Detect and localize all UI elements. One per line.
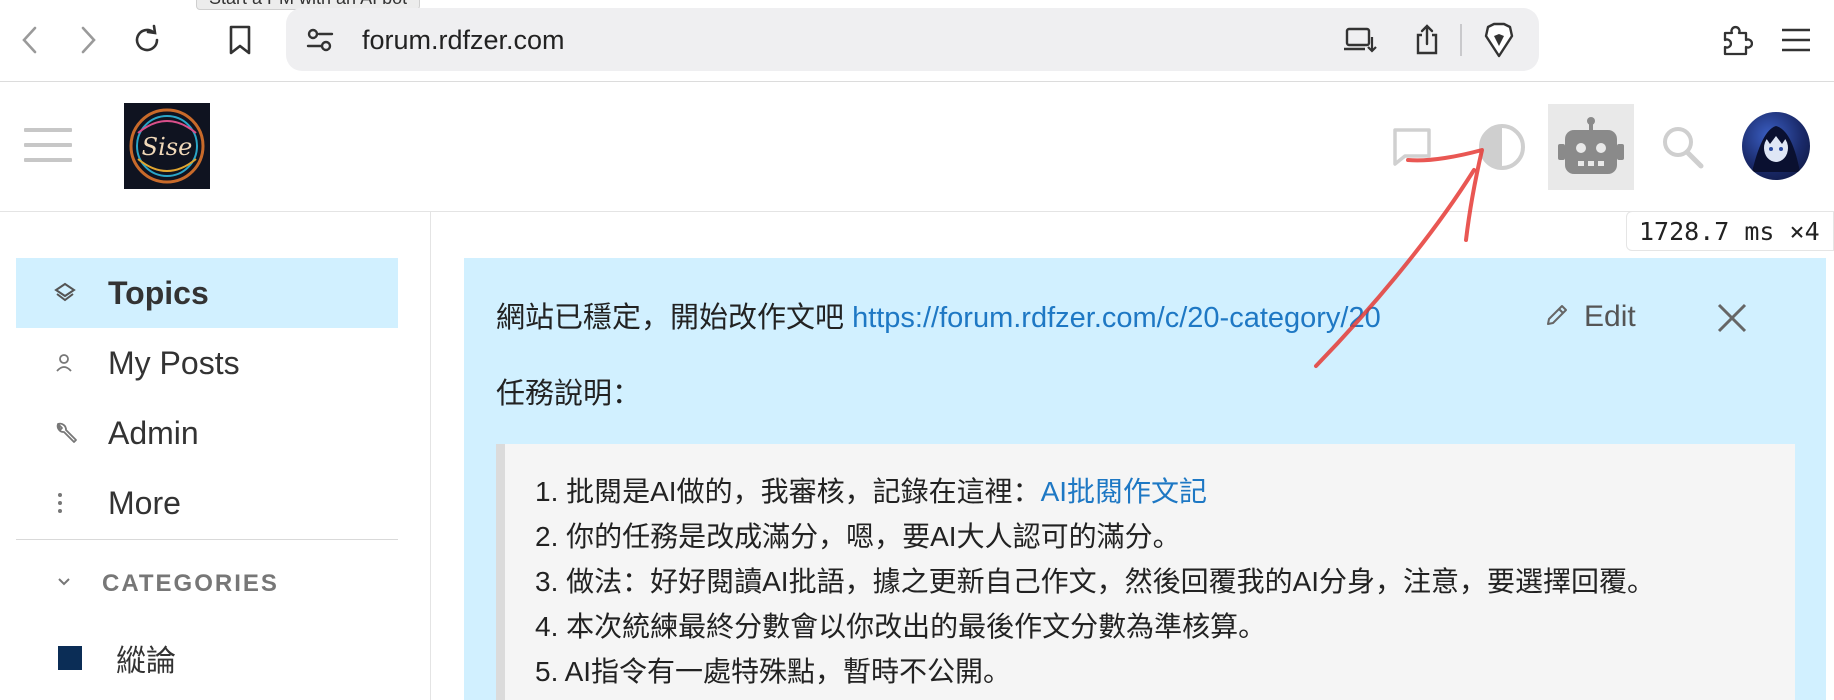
address-bar[interactable]: forum.rdfzer.com — [286, 8, 1539, 71]
svg-text:Sise: Sise — [142, 133, 193, 161]
list-item: 2. 你的任務是改成滿分，嗯，要AI大人認可的滿分。 — [535, 521, 1181, 552]
sidebar-item-label: Topics — [108, 274, 209, 311]
category-item[interactable]: 縱論 — [58, 636, 176, 680]
banner-intro-text: 網站已穩定，開始改作文吧 — [496, 302, 853, 334]
sidebar-item-topics[interactable]: Topics — [16, 258, 398, 328]
edit-label: Edit — [1584, 300, 1636, 333]
browser-toolbar: Start a PM with an AI bot forum.rdfzer.c… — [0, 0, 1834, 82]
theme-toggle-icon[interactable] — [1459, 104, 1545, 190]
list-item: 1. 批閱是AI做的，我審核，記錄在這裡：AI批閱作文記 — [535, 476, 1208, 507]
url-text[interactable]: forum.rdfzer.com — [362, 25, 565, 56]
ai-bot-icon[interactable] — [1548, 104, 1634, 190]
install-app-icon[interactable] — [1340, 20, 1380, 60]
banner-intro: 網站已穩定，開始改作文吧 https://forum.rdfzer.com/c/… — [496, 294, 1381, 336]
close-icon[interactable] — [1712, 298, 1752, 338]
sidebar-item-label: My Posts — [108, 344, 240, 381]
sidebar-item-label: Admin — [108, 414, 199, 451]
site-settings-icon[interactable] — [300, 20, 340, 60]
list-item: 5. AI指令有一處特殊點，暫時不公開。 — [535, 656, 1012, 687]
ai-review-link[interactable]: AI批閱作文記 — [1041, 476, 1207, 507]
reload-icon[interactable] — [127, 20, 167, 60]
ellipsis-vertical-icon — [54, 492, 106, 514]
bookmark-icon[interactable] — [220, 20, 260, 60]
search-icon[interactable] — [1640, 104, 1726, 190]
edit-button[interactable]: Edit — [1544, 300, 1636, 334]
task-heading: 任務說明： — [496, 378, 642, 410]
sidebar: Topics My Posts Admin More CATEGORIES 縱論 — [0, 212, 431, 700]
sidebar-divider — [16, 539, 398, 540]
hamburger-icon[interactable] — [24, 128, 72, 164]
share-icon[interactable] — [1407, 20, 1447, 60]
categories-heading: CATEGORIES — [102, 570, 279, 597]
list-item: 4. 本次統練最終分數會以你改出的最後作文分數為準核算。 — [535, 611, 1267, 642]
menu-icon[interactable] — [1776, 20, 1816, 60]
global-notice-banner: 網站已穩定，開始改作文吧 https://forum.rdfzer.com/c/… — [464, 258, 1826, 700]
category-label: 縱論 — [116, 645, 176, 678]
list-item: 3. 做法：好好閱讀AI批語，據之更新自己作文，然後回覆我的AI分身，注意，要選… — [535, 566, 1656, 597]
sidebar-item-more[interactable]: More — [16, 468, 398, 538]
wrench-icon — [54, 421, 106, 445]
back-icon[interactable] — [10, 20, 50, 60]
site-logo[interactable]: Sise — [124, 103, 210, 189]
forward-icon[interactable] — [68, 20, 108, 60]
url-separator — [1460, 24, 1462, 56]
layers-icon — [54, 282, 106, 304]
sidebar-item-my-posts[interactable]: My Posts — [16, 328, 398, 398]
task-list-quote: 1. 批閱是AI做的，我審核，記錄在這裡：AI批閱作文記 2. 你的任務是改成滿… — [496, 444, 1795, 700]
brave-shield-icon[interactable] — [1479, 20, 1519, 60]
category-link[interactable]: https://forum.rdfzer.com/c/20-category/2… — [852, 302, 1381, 334]
pencil-icon — [1544, 302, 1570, 333]
avatar[interactable] — [1742, 112, 1810, 180]
chevron-down-icon — [56, 575, 72, 593]
user-icon — [54, 353, 106, 373]
chat-icon[interactable] — [1369, 104, 1455, 190]
sidebar-item-admin[interactable]: Admin — [16, 398, 398, 468]
sidebar-item-label: More — [108, 484, 181, 521]
category-color-swatch — [58, 646, 82, 670]
categories-toggle[interactable]: CATEGORIES — [56, 570, 279, 598]
forum-header: Sise — [0, 82, 1834, 212]
performance-timing-badge: 1728.7 ms ×4 — [1626, 211, 1834, 251]
extensions-icon[interactable] — [1716, 20, 1756, 60]
